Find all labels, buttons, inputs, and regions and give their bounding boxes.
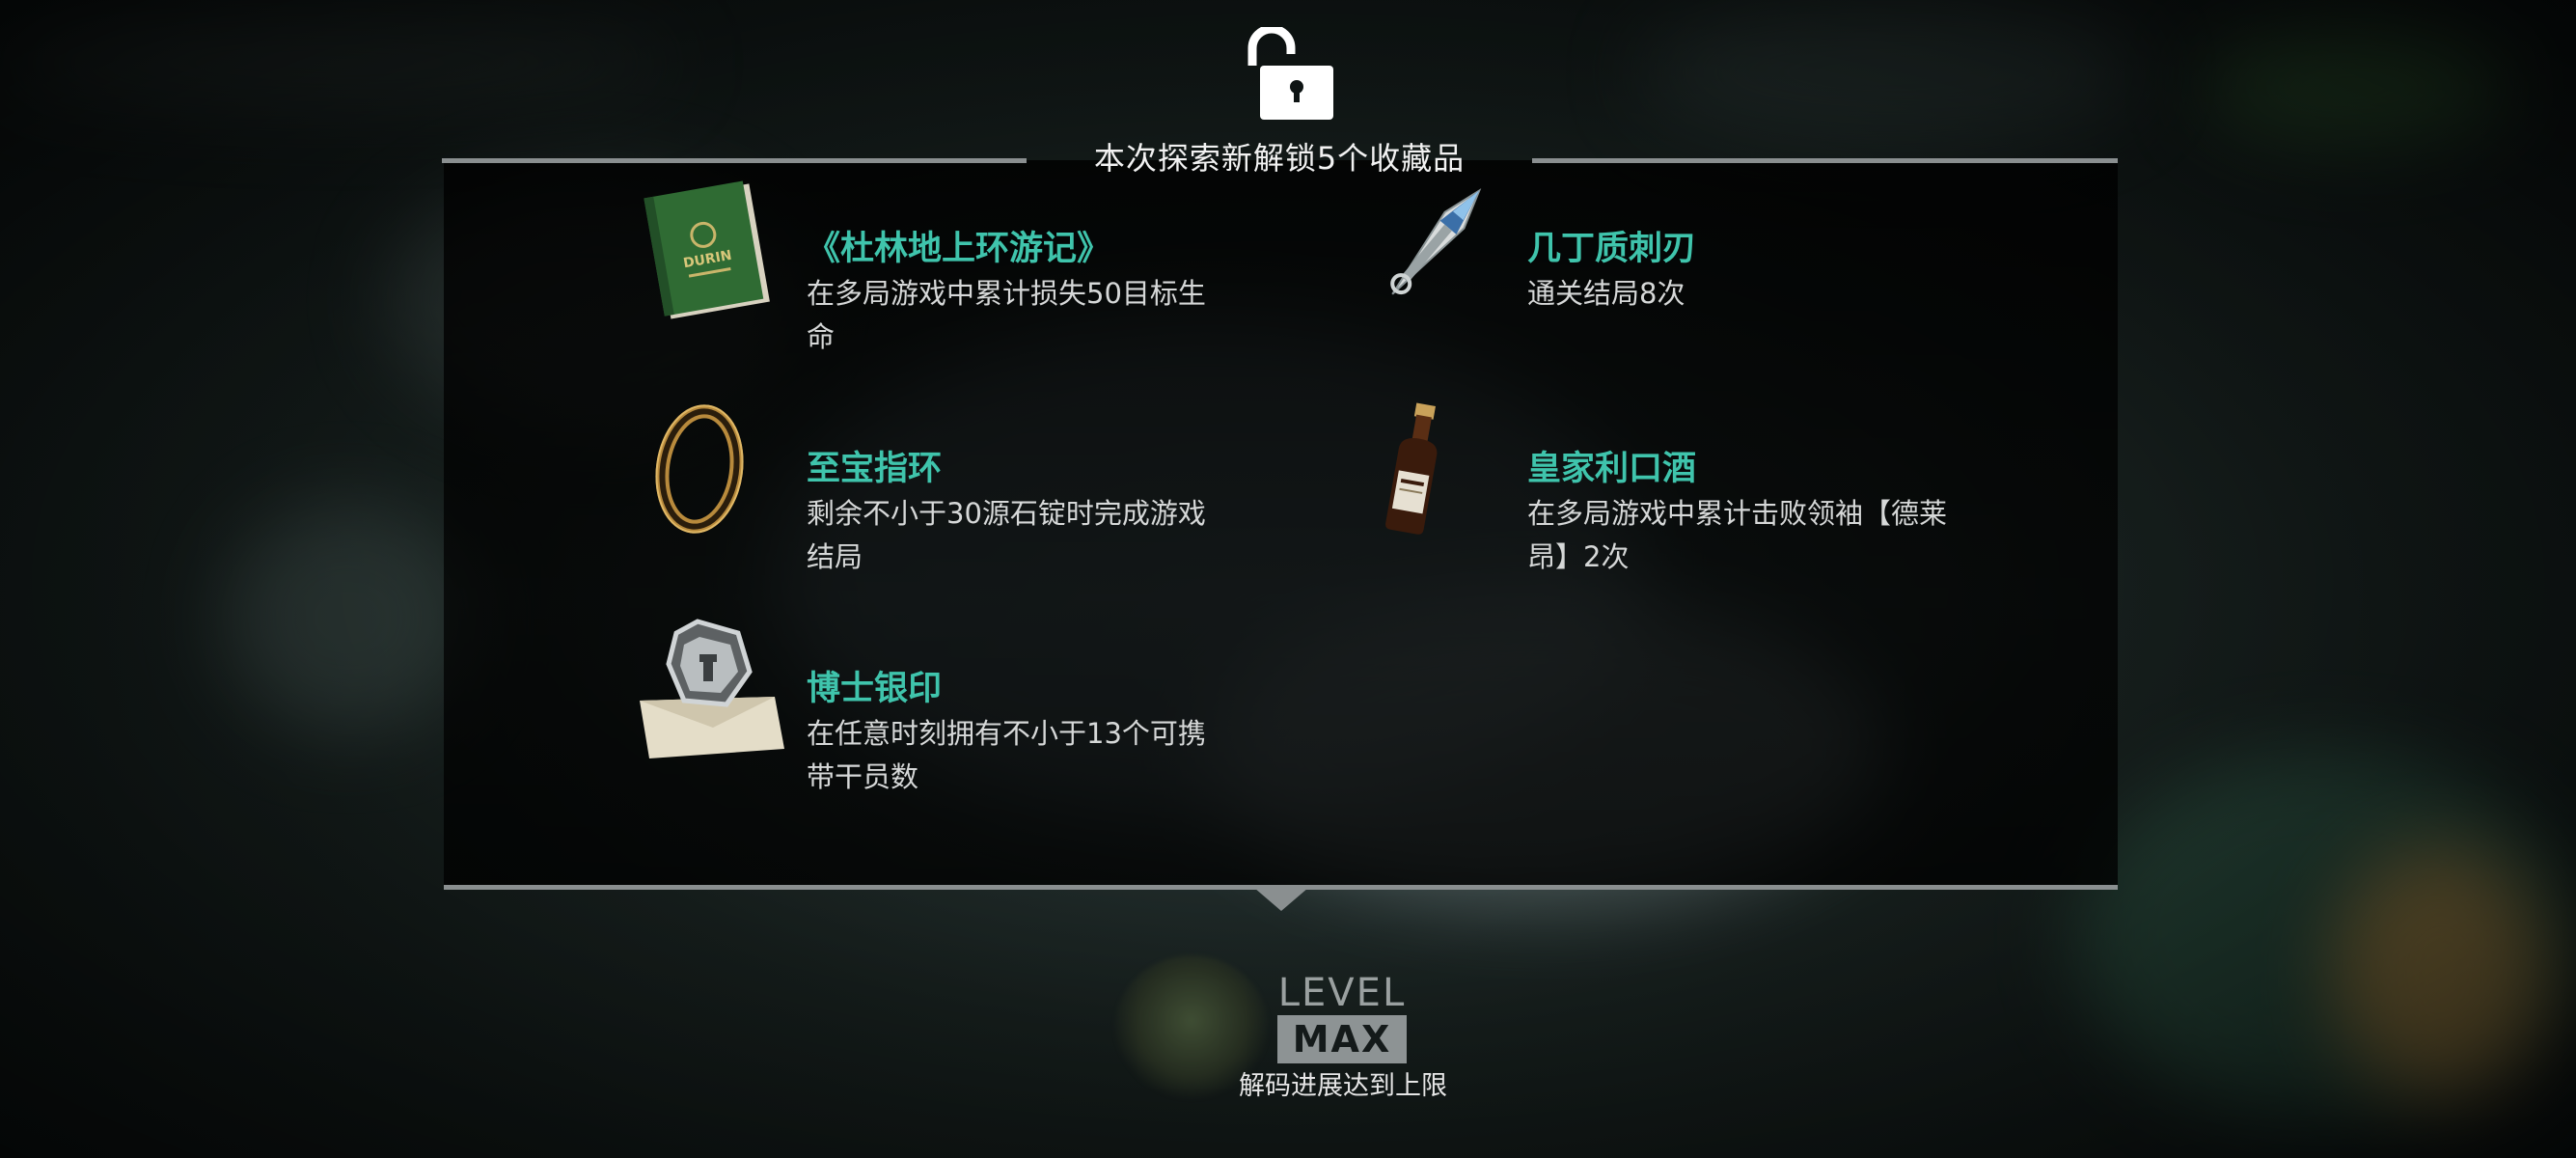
max-label: MAX: [1277, 1015, 1407, 1063]
divider: [1532, 158, 2118, 163]
item-name: 皇家利口酒: [1527, 450, 1697, 488]
collectible-item[interactable]: 几丁质刺刃 通关结局8次: [1351, 164, 2045, 357]
collectible-item[interactable]: 博士银印 在任意时刻拥有不小于13个可携带干员数: [630, 604, 1325, 797]
collectible-item[interactable]: DURIN 《杜林地上环游记》 在多局游戏中累计损失50目标生命: [630, 164, 1325, 357]
collectible-item[interactable]: 至宝指环 剩余不小于30源石锭时完成游戏结局: [630, 384, 1325, 577]
unlock-icon: [1247, 27, 1333, 120]
divider: [442, 158, 1027, 163]
seal-icon: [640, 619, 784, 758]
item-name: 博士银印: [807, 670, 943, 708]
ring-icon: [655, 404, 744, 534]
item-description: 通关结局8次: [1527, 277, 1685, 310]
book-icon: DURIN: [644, 180, 770, 319]
collectible-item[interactable]: 皇家利口酒 在多局游戏中累计击败领袖【德莱昂】2次: [1351, 384, 2045, 577]
item-description: 在任意时刻拥有不小于13个可携带干员数: [807, 717, 1206, 793]
item-name: 《杜林地上环游记》: [807, 230, 1111, 268]
pointer-notch: [1254, 888, 1308, 911]
item-description: 剩余不小于30源石锭时完成游戏结局: [807, 497, 1206, 573]
item-name: 几丁质刺刃: [1527, 230, 1697, 268]
item-description: 在多局游戏中累计击败领袖【德莱昂】2次: [1527, 497, 1948, 573]
item-description: 在多局游戏中累计损失50目标生命: [807, 277, 1206, 353]
decode-progress-caption: 解码进展达到上限: [1239, 1071, 1447, 1101]
bottle-icon: [1385, 402, 1438, 535]
item-name: 至宝指环: [807, 450, 943, 488]
level-label: LEVEL: [1277, 971, 1407, 1015]
level-max-badge: LEVEL MAX: [1272, 973, 1412, 1069]
blade-icon: [1390, 188, 1482, 295]
